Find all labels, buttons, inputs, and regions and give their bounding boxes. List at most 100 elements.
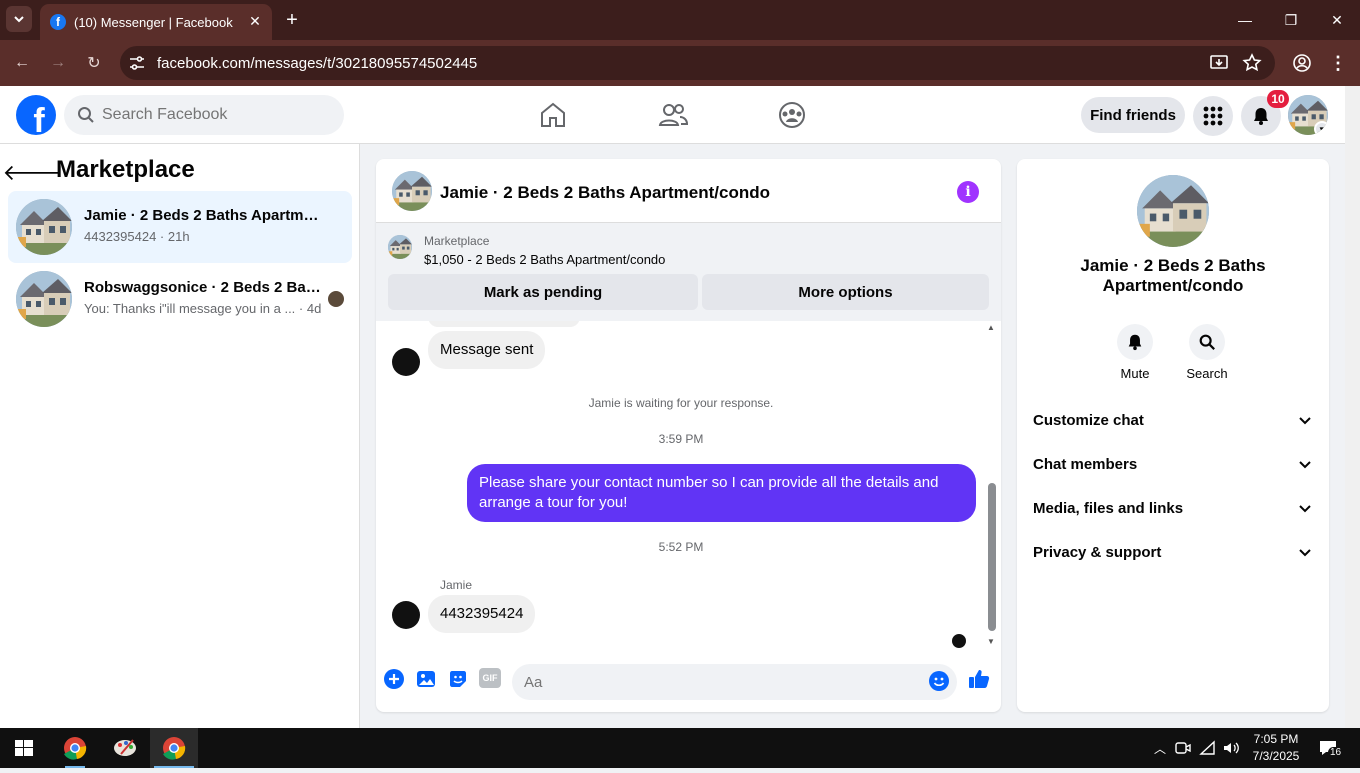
mark-as-pending-button[interactable]: Mark as pending (388, 274, 698, 310)
chevron-down-icon: ▼ (1314, 121, 1328, 135)
chevron-down-icon (1299, 461, 1311, 469)
section-label: Chat members (1033, 455, 1138, 473)
chat-scrollbar[interactable]: ▲ ▼ (986, 321, 998, 651)
sticker-icon[interactable] (447, 668, 469, 690)
scroll-thumb[interactable] (988, 483, 996, 631)
search-label: Search (1186, 366, 1228, 381)
chat-info-panel: Jamie · 2 Beds 2 Baths Apartment/condo M… (1017, 159, 1329, 712)
media-files-links-section[interactable]: Media, files and links (1033, 490, 1313, 526)
site-settings-icon[interactable] (128, 54, 146, 72)
waiting-notice: Jamie is waiting for your response. (588, 396, 774, 410)
conversation-item[interactable]: Jamie · 2 Beds 2 Baths Apartment/condo 4… (8, 191, 352, 263)
account-avatar[interactable]: ▼ (1288, 95, 1328, 135)
listing-title[interactable]: $1,050 - 2 Beds 2 Baths Apartment/condo (424, 252, 665, 267)
new-tab-button[interactable]: + (282, 8, 302, 32)
customize-chat-section[interactable]: Customize chat (1033, 402, 1313, 438)
chrome-icon (154, 737, 194, 768)
facebook-search[interactable] (64, 95, 344, 135)
browser-toolbar: ← → ↻ facebook.com/messages/t/3021809557… (0, 40, 1360, 86)
facebook-logo-icon[interactable]: f (16, 95, 56, 135)
tab-search-button[interactable] (6, 6, 32, 32)
contact-name: Jamie · 2 Beds 2 Baths Apartment/condo (1080, 256, 1266, 295)
bell-icon (1117, 324, 1153, 360)
scroll-down-icon[interactable]: ▼ (987, 637, 995, 646)
bookmark-star-icon[interactable] (1240, 51, 1264, 75)
chevron-down-icon (1299, 505, 1311, 513)
message-bubble (428, 321, 580, 327)
action-center-button[interactable]: 16 (1318, 738, 1344, 758)
listing-thumbnail (388, 235, 412, 259)
home-icon[interactable] (536, 98, 570, 132)
meet-now-icon[interactable] (1173, 738, 1193, 758)
message-input[interactable] (512, 664, 957, 700)
paint-icon[interactable] (101, 728, 149, 768)
show-hidden-icons[interactable]: ︿ (1150, 738, 1170, 758)
chevron-down-icon (14, 16, 24, 23)
marketplace-label: Marketplace (424, 234, 490, 248)
more-options-button[interactable]: More options (702, 274, 989, 310)
photo-icon[interactable] (415, 668, 437, 690)
search-in-chat-button[interactable]: Search (1177, 324, 1237, 381)
page-scrollbar[interactable] (1345, 86, 1360, 728)
bell-icon (1254, 108, 1268, 125)
mute-button[interactable]: Mute (1105, 324, 1165, 381)
minimize-button[interactable]: — (1230, 6, 1260, 34)
contact-avatar (392, 348, 420, 376)
marketplace-banner: Marketplace $1,050 - 2 Beds 2 Baths Apar… (376, 223, 1001, 321)
scroll-up-icon[interactable]: ▲ (987, 323, 995, 332)
system-clock[interactable]: 7:05 PM 7/3/2025 (1248, 731, 1304, 765)
clock-date: 7/3/2025 (1252, 749, 1300, 763)
contact-avatar (392, 601, 420, 629)
back-arrow-icon[interactable]: 🡐 (3, 159, 62, 187)
search-icon (1189, 324, 1225, 360)
browser-tab[interactable]: f (10) Messenger | Facebook ✕ (40, 4, 272, 40)
search-input[interactable] (102, 106, 322, 124)
facebook-header: f Find friends 10 ▼ (0, 86, 1345, 144)
forward-arrow-icon[interactable]: → (46, 51, 70, 75)
friends-icon[interactable] (656, 98, 690, 132)
contact-profile-image[interactable] (1137, 175, 1209, 247)
close-window-button[interactable]: ✕ (1322, 6, 1352, 34)
taskbar-notification-count: 16 (1328, 747, 1344, 758)
conversation-preview: 4432395424 · 21h (84, 229, 190, 244)
conversation-list-panel: 🡐 Marketplace Jamie · 2 Beds 2 Baths Apa… (0, 144, 360, 728)
groups-icon[interactable] (775, 98, 809, 132)
close-tab-icon[interactable]: ✕ (246, 12, 264, 30)
chat-avatar[interactable] (392, 171, 432, 211)
volume-icon[interactable] (1221, 738, 1241, 758)
section-label: Media, files and links (1033, 499, 1184, 517)
menu-grid-button[interactable] (1193, 96, 1233, 136)
conversation-item[interactable]: Robswaggsonice · 2 Beds 2 Baths Apartmen… (8, 263, 352, 335)
emoji-icon[interactable] (928, 670, 950, 692)
thumbs-up-icon[interactable] (967, 667, 991, 691)
address-bar[interactable]: facebook.com/messages/t/3021809557450244… (120, 46, 1275, 80)
mute-label: Mute (1120, 366, 1150, 381)
restore-button[interactable]: ❐ (1276, 6, 1306, 34)
chrome-icon[interactable] (51, 728, 99, 768)
chevron-down-icon (1299, 417, 1311, 425)
find-friends-button[interactable]: Find friends (1081, 97, 1185, 133)
facebook-favicon-icon: f (50, 14, 66, 30)
conversation-thumbnail (16, 199, 72, 255)
chat-title[interactable]: Jamie · 2 Beds 2 Baths Apartment/condo (440, 183, 770, 203)
windows-start-icon[interactable] (0, 728, 48, 768)
install-app-icon[interactable] (1207, 51, 1231, 75)
profile-icon[interactable] (1290, 51, 1314, 75)
reload-icon[interactable]: ↻ (82, 51, 106, 75)
message-bubble: Message sent (428, 331, 546, 369)
url-text: facebook.com/messages/t/3021809557450244… (157, 54, 478, 72)
section-label: Privacy & support (1033, 543, 1162, 561)
back-arrow-icon[interactable]: ← (10, 51, 34, 75)
panel-title: Marketplace (56, 156, 195, 183)
chat-members-section[interactable]: Chat members (1033, 446, 1313, 482)
tab-title: (10) Messenger | Facebook (74, 14, 233, 30)
read-receipt-avatar (952, 634, 966, 648)
privacy-support-section[interactable]: Privacy & support (1033, 534, 1313, 570)
conversation-preview: You: Thanks i"ill message you in a ... ·… (84, 301, 322, 316)
info-icon[interactable]: i (957, 181, 979, 203)
gif-icon[interactable]: GIF (479, 668, 501, 688)
browser-menu-icon[interactable]: ⋮ (1326, 51, 1350, 75)
plus-icon[interactable] (383, 668, 405, 690)
chrome-active-taskbar-item[interactable] (150, 728, 198, 768)
wifi-icon[interactable] (1198, 738, 1218, 758)
